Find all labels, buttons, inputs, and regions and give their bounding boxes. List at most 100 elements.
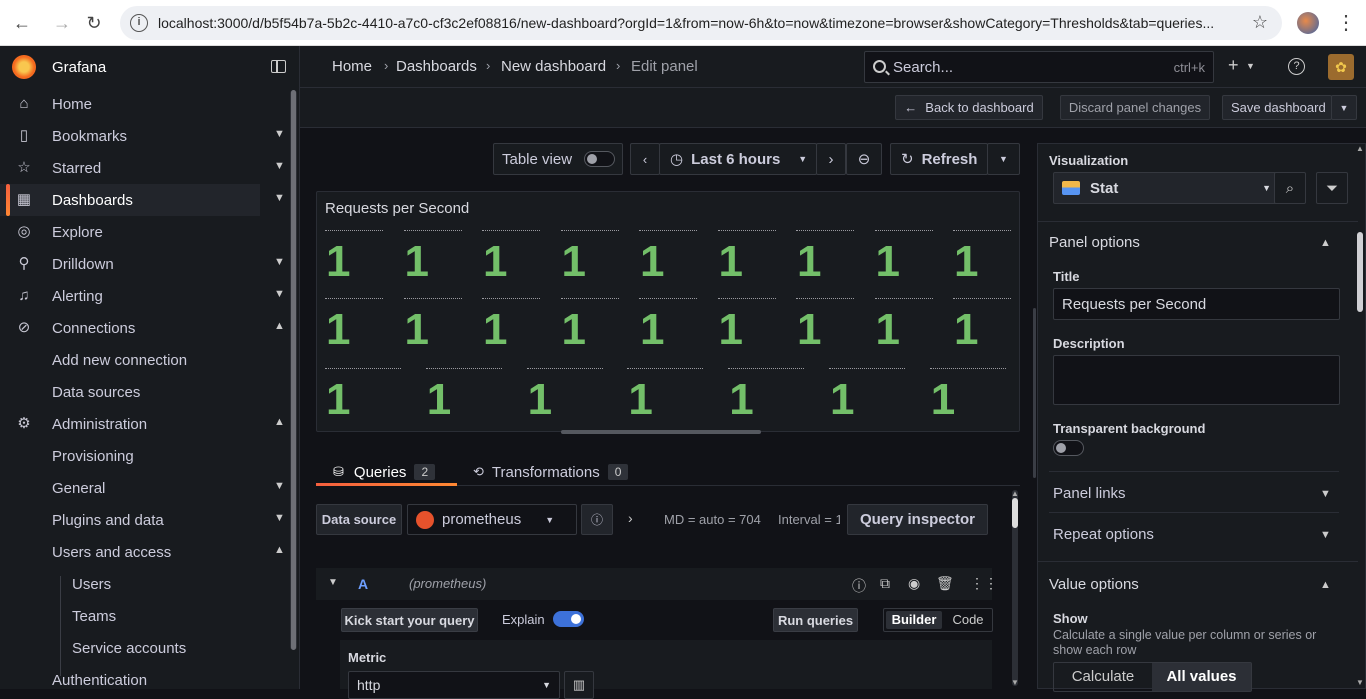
chevron-up-icon[interactable]: ▲	[274, 544, 285, 556]
chevron-up-icon[interactable]: ▲	[274, 416, 285, 428]
discard-panel-changes-button[interactable]: Discard panel changes	[1060, 95, 1210, 120]
visualization-picker[interactable]: Stat ▼	[1053, 172, 1282, 204]
drag-handle-icon[interactable]: ⋮⋮	[970, 575, 998, 592]
run-queries-button[interactable]: Run queries	[773, 608, 858, 632]
back-arrow-icon[interactable]: ←	[7, 8, 37, 38]
table-view-toggle[interactable]: Table view	[493, 143, 623, 175]
sidebar-item-drilldown[interactable]: ⚲ Drilldown ▼	[0, 248, 290, 280]
chevron-down-icon[interactable]: ▼	[274, 192, 285, 204]
help-icon[interactable]: ?	[1288, 58, 1305, 75]
sidebar-item-add-new-connection[interactable]: Add new connection	[0, 344, 290, 376]
query-inspector-button[interactable]: Query inspector	[847, 504, 988, 535]
bookmark-star-icon[interactable]: ☆	[1252, 12, 1268, 33]
sidebar-item-data-sources[interactable]: Data sources	[0, 376, 290, 408]
data-source-help-button[interactable]: ⓘ	[581, 504, 613, 535]
chevron-down-icon[interactable]: ▼	[1246, 61, 1255, 71]
pane-splitter[interactable]	[1033, 308, 1036, 478]
explain-toggle[interactable]	[553, 611, 584, 627]
filter-options-button[interactable]: ⏷	[1316, 172, 1348, 204]
chevron-down-icon[interactable]: ▼	[274, 160, 285, 172]
refresh-interval-picker[interactable]: ▼	[987, 143, 1020, 175]
transparent-background-toggle[interactable]	[1053, 440, 1084, 456]
tab-transformations[interactable]: ⟲ Transformations 0	[473, 458, 629, 486]
panel-options-heading[interactable]: Panel options	[1049, 234, 1140, 251]
site-info-icon[interactable]: i	[130, 14, 148, 32]
time-range-picker[interactable]: ◷ Last 6 hours ▼	[659, 143, 817, 175]
query-scrollbar[interactable]	[1012, 490, 1018, 686]
scroll-down-icon[interactable]: ▼	[1356, 678, 1364, 687]
builder-mode-button[interactable]: Builder	[886, 611, 942, 629]
repeat-options-heading[interactable]: Repeat options	[1053, 526, 1154, 543]
sidebar-item-provisioning[interactable]: Provisioning	[0, 440, 290, 472]
code-mode-button[interactable]: Code	[948, 611, 988, 629]
chevron-down-icon[interactable]: ▼	[1320, 529, 1331, 541]
trash-icon[interactable]: 🗑	[936, 575, 954, 592]
chevron-up-icon[interactable]: ▲	[1320, 237, 1331, 249]
refresh-button[interactable]: ↻ Refresh	[890, 143, 988, 175]
panel-horizontal-scrollbar[interactable]	[561, 430, 761, 434]
sidebar-item-dashboards[interactable]: ▦ Dashboards ▼	[0, 184, 285, 216]
chevron-up-icon[interactable]: ▲	[274, 320, 285, 332]
sidebar-item-users-and-access[interactable]: Users and access ▲	[0, 536, 290, 568]
sidebar-item-connections[interactable]: ⊘ Connections ▲	[0, 312, 290, 344]
reload-icon[interactable]: ↻	[79, 8, 109, 38]
url-bar[interactable]: i localhost:3000/d/b5f54b7a-5b2c-4410-a7…	[120, 6, 1282, 40]
sidebar-item-plugins-and-data[interactable]: Plugins and data ▼	[0, 504, 290, 536]
panel-preview[interactable]: Requests per Second 11111111111111111111…	[316, 191, 1020, 434]
chevron-down-icon[interactable]: ▼	[274, 288, 285, 300]
description-textarea[interactable]	[1053, 355, 1340, 405]
data-source-picker[interactable]: prometheus ▼	[407, 504, 577, 535]
sidebar-item-administration[interactable]: ⚙ Administration ▲	[0, 408, 290, 440]
help-icon[interactable]: ⓘ	[852, 576, 866, 596]
chevron-down-icon[interactable]: ▼	[1320, 488, 1331, 500]
grafana-logo-icon[interactable]	[12, 55, 36, 79]
search-options-button[interactable]: ⌕	[1274, 172, 1306, 204]
save-dashboard-button[interactable]: Save dashboard	[1222, 95, 1332, 120]
calculate-option[interactable]: Calculate	[1054, 663, 1152, 691]
eye-icon[interactable]: ◉	[908, 575, 920, 592]
chevron-down-icon[interactable]: ▼	[274, 128, 285, 140]
scroll-up-icon[interactable]: ▲	[1356, 144, 1364, 153]
query-ref-id[interactable]: A	[358, 576, 368, 592]
sidebar-item-teams[interactable]: Teams	[0, 600, 290, 632]
collapse-chevron-icon[interactable]: ▼	[328, 577, 338, 588]
chevron-down-icon[interactable]: ▼	[274, 480, 285, 492]
value-options-heading[interactable]: Value options	[1049, 576, 1139, 593]
options-scrollbar[interactable]	[1357, 232, 1363, 312]
query-row-header[interactable]: ▼ A (prometheus) ⓘ ⧉ ◉ 🗑 ⋮⋮	[316, 568, 998, 600]
metric-select[interactable]: http ▼	[348, 671, 560, 699]
back-to-dashboard-button[interactable]: ← Back to dashboard	[895, 95, 1043, 120]
chevron-up-icon[interactable]: ▲	[1320, 579, 1331, 591]
metrics-explorer-button[interactable]: ▥	[564, 671, 594, 699]
sidebar-item-home[interactable]: ⌂ Home	[0, 88, 290, 120]
sidebar-item-users[interactable]: Users	[0, 568, 290, 600]
chevron-down-icon[interactable]: ▼	[274, 256, 285, 268]
table-view-switch[interactable]	[584, 151, 615, 167]
sidebar-item-service-accounts[interactable]: Service accounts	[0, 632, 290, 664]
zoom-out-button[interactable]: ⊖	[846, 143, 882, 175]
tab-queries[interactable]: ⛁ Queries 2	[333, 458, 436, 486]
sidebar-item-alerting[interactable]: ♫ Alerting ▼	[0, 280, 290, 312]
add-icon[interactable]: +	[1228, 55, 1239, 76]
expand-options-icon[interactable]: ›	[628, 510, 633, 526]
panel-links-heading[interactable]: Panel links	[1053, 485, 1126, 502]
title-input[interactable]: Requests per Second	[1053, 288, 1340, 320]
user-avatar[interactable]: ✿	[1328, 54, 1354, 80]
chevron-down-icon[interactable]: ▼	[274, 512, 285, 524]
search-input[interactable]: Search... ctrl+k	[864, 51, 1214, 83]
breadcrumb-dashboard[interactable]: New dashboard	[501, 58, 606, 75]
dock-menu-icon[interactable]	[271, 60, 286, 73]
sidebar-item-general[interactable]: General ▼	[0, 472, 290, 504]
sidebar-item-starred[interactable]: ☆ Starred ▼	[0, 152, 290, 184]
scroll-up-icon[interactable]: ▲	[1011, 489, 1019, 498]
time-forward-button[interactable]: ›	[816, 143, 846, 175]
kick-start-query-button[interactable]: Kick start your query	[341, 608, 478, 632]
sidebar-item-explore[interactable]: ◎ Explore	[0, 216, 290, 248]
browser-menu-icon[interactable]: ⋮	[1336, 10, 1356, 35]
duplicate-icon[interactable]: ⧉	[880, 575, 890, 592]
profile-avatar[interactable]	[1297, 12, 1319, 34]
save-options-chevron-icon[interactable]: ▼	[1331, 95, 1357, 120]
sidebar-item-bookmarks[interactable]: ▯ Bookmarks ▼	[0, 120, 290, 152]
sidebar-item-authentication[interactable]: Authentication	[0, 664, 290, 689]
all-values-option[interactable]: All values	[1152, 663, 1251, 691]
